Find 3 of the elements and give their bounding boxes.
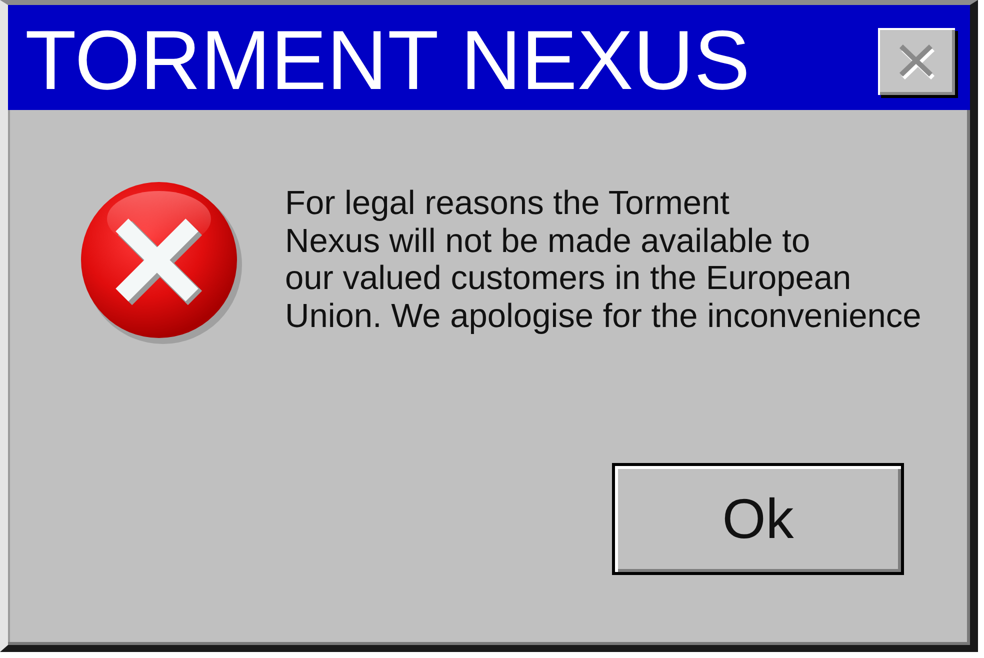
ok-button[interactable]: Ok	[612, 463, 904, 575]
error-message: For legal reasons the Torment Nexus will not be made available to our valued customers in the European Union. We apologise for the inconvenience	[285, 185, 922, 336]
window-title: TORMENT NEXUS	[25, 12, 750, 102]
